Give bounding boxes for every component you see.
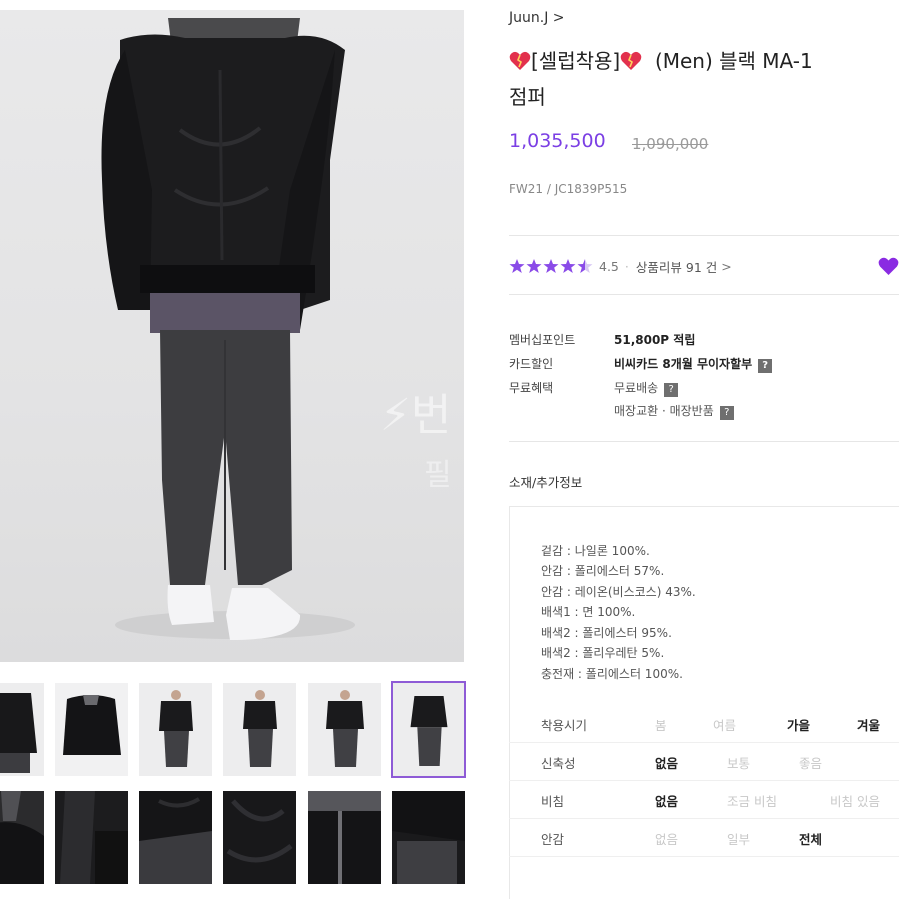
- spec-option: 좋음: [799, 756, 823, 771]
- chevron-right-icon[interactable]: >: [721, 259, 731, 274]
- spec-option: 조금 비침: [727, 794, 777, 809]
- thumbnail-6-image: [393, 684, 464, 775]
- thumbnail-5[interactable]: [308, 683, 381, 776]
- spec-label: 착용시기: [541, 718, 588, 733]
- spec-row-lining: 안감 없음 일부 전체: [509, 819, 899, 857]
- material-line: 안감 : 폴리에스터 57%.: [541, 564, 665, 578]
- free-benefit-label: 무료혜택: [509, 381, 554, 395]
- thumbnail-7[interactable]: [0, 791, 44, 884]
- spec-label: 비침: [541, 794, 565, 809]
- spec-option: 일부: [727, 832, 751, 847]
- card-discount-value: 비씨카드 8개월 무이자할부?: [614, 355, 773, 373]
- spec-label: 신축성: [541, 756, 576, 771]
- spec-option-selected: 없음: [655, 756, 679, 771]
- star-icon: [543, 259, 559, 273]
- brand-link[interactable]: Juun.J >: [509, 10, 565, 26]
- thumbnail-4[interactable]: [223, 683, 296, 776]
- review-label[interactable]: 상품리뷰: [636, 257, 682, 276]
- broken-heart-icon: [620, 51, 642, 70]
- svg-text:필: 필: [424, 458, 452, 493]
- material-line: 배색1 : 면 100%.: [541, 605, 636, 619]
- spec-option-selected: 없음: [655, 794, 679, 809]
- spec-option: 봄: [655, 718, 667, 733]
- star-icon: [509, 259, 525, 273]
- thumbnail-3[interactable]: [139, 683, 212, 776]
- heart-icon[interactable]: [878, 257, 899, 276]
- help-icon[interactable]: ?: [719, 406, 734, 420]
- thumbnail-11-image: [308, 791, 381, 884]
- thumbnail-12[interactable]: [392, 791, 465, 884]
- spec-option: 없음: [655, 832, 679, 847]
- divider: [509, 294, 899, 295]
- help-icon[interactable]: ?: [664, 383, 679, 397]
- store-exchange-value: 매장교환 · 매장반품?: [614, 402, 734, 420]
- svg-text:⚡번: ⚡번: [380, 390, 451, 441]
- thumbnail-8[interactable]: [55, 791, 128, 884]
- product-title-name: (Men) 블랙 MA-1: [654, 49, 813, 73]
- rating-row[interactable]: 4.5 · 상품리뷰 91 건 >: [509, 256, 732, 276]
- star-rating: [509, 258, 593, 274]
- main-product-image[interactable]: ⚡번 필: [0, 10, 464, 662]
- spec-option-selected: 전체: [799, 832, 823, 847]
- thumbnail-1-image: [0, 683, 44, 776]
- thumbnail-8-image: [55, 791, 128, 884]
- spec-option-selected: 겨울: [857, 718, 881, 733]
- thumbnail-3-image: [139, 683, 212, 776]
- half-star-icon: [577, 259, 593, 273]
- thumbnail-7-image: [0, 791, 44, 884]
- spec-option-selected: 가을: [787, 718, 811, 733]
- thumbnail-4-image: [223, 683, 296, 776]
- product-page: ⚡번 필 Juun.J > [셀럽착용] (Men) 블랙 MA-1 점퍼 1,…: [0, 0, 899, 899]
- spec-option: 여름: [713, 718, 737, 733]
- spec-row-sheer: 비침 없음 조금 비침 비침 있음: [509, 781, 899, 819]
- spec-row-season: 착용시기 봄 여름 가을 겨울: [509, 705, 899, 743]
- free-shipping-value: 무료배송?: [614, 379, 679, 397]
- thumbnail-11[interactable]: [308, 791, 381, 884]
- separator: ·: [624, 258, 629, 274]
- help-icon[interactable]: ?: [758, 359, 773, 373]
- material-line: 충전재 : 폴리에스터 100%.: [541, 667, 683, 681]
- spec-row-stretch: 신축성 없음 보통 좋음: [509, 743, 899, 781]
- divider: [509, 441, 899, 442]
- product-code: FW21 / JC1839P515: [509, 182, 628, 196]
- spec-option: 비침 있음: [830, 794, 880, 809]
- membership-points-label: 멤버십포인트: [509, 333, 576, 347]
- rating-score: 4.5: [599, 258, 619, 274]
- free-shipping-text: 무료배송: [614, 381, 659, 395]
- divider: [509, 235, 899, 236]
- material-line: 겉감 : 나일론 100%.: [541, 544, 650, 558]
- broken-heart-icon: [509, 51, 531, 70]
- product-title-tag: [셀럽착용]: [531, 49, 621, 73]
- thumbnail-2[interactable]: [55, 683, 128, 776]
- star-icon: [526, 259, 542, 273]
- original-price: 1,090,000: [632, 135, 709, 153]
- thumbnail-10-image: [223, 791, 296, 884]
- thumbnail-9-image: [139, 791, 212, 884]
- spec-label: 안감: [541, 832, 565, 847]
- model-photo-illustration: ⚡번 필: [101, 18, 452, 640]
- thumbnail-6-selected[interactable]: [391, 681, 466, 778]
- material-line: 안감 : 레이온(비스코스) 43%.: [541, 585, 696, 599]
- card-discount-text: 비씨카드 8개월 무이자할부: [614, 357, 753, 371]
- store-exchange-text: 매장교환 · 매장반품: [614, 404, 714, 418]
- section-title-material: 소재/추가정보: [509, 475, 583, 490]
- thumbnail-10[interactable]: [223, 791, 296, 884]
- star-icon: [560, 259, 576, 273]
- thumbnail-1[interactable]: [0, 683, 44, 776]
- thumbnail-9[interactable]: [139, 791, 212, 884]
- product-title-line2: 점퍼: [509, 85, 546, 109]
- product-title: [셀럽착용] (Men) 블랙 MA-1: [509, 44, 899, 78]
- material-line: 배색2 : 폴리에스터 95%.: [541, 626, 672, 640]
- card-discount-label: 카드할인: [509, 357, 554, 371]
- thumbnail-5-image: [308, 683, 381, 776]
- membership-points-value: 51,800P 적립: [614, 333, 696, 347]
- spec-option: 보통: [727, 756, 751, 771]
- thumbnail-2-image: [55, 683, 128, 776]
- thumbnail-12-image: [392, 791, 465, 884]
- sale-price: 1,035,500: [509, 130, 606, 152]
- review-count[interactable]: 91 건: [686, 257, 717, 276]
- material-line: 배색2 : 폴리우레탄 5%.: [541, 646, 665, 660]
